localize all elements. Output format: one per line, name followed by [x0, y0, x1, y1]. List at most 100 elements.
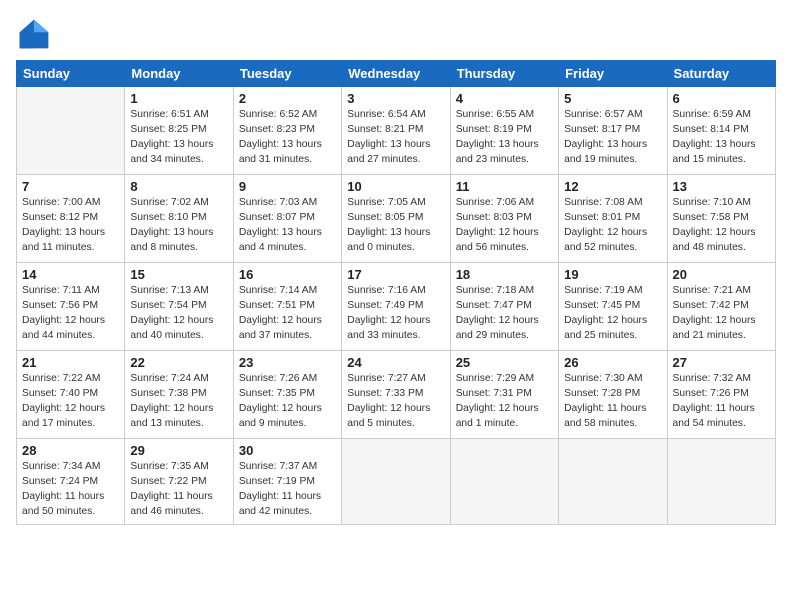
- calendar-cell: 24 Sunrise: 7:27 AM Sunset: 7:33 PM Dayli…: [342, 351, 450, 439]
- day-info: Sunrise: 7:37 AM Sunset: 7:19 PM Dayligh…: [239, 460, 336, 520]
- calendar-week-1: 1Sunrise: 6:51 AM Sunset: 8:25 PM Daylig…: [17, 87, 776, 175]
- column-header-saturday: Saturday: [667, 61, 775, 87]
- calendar-header-row: SundayMondayTuesdayWednesdayThursdayFrid…: [17, 61, 776, 87]
- calendar-cell: 23 Sunrise: 7:26 AM Sunset: 7:35 PM Dayli…: [233, 351, 341, 439]
- calendar-cell: [559, 439, 667, 525]
- day-number: 27: [673, 355, 770, 370]
- calendar-cell: 5 Sunrise: 6:57 AM Sunset: 8:17 PM Daylig…: [559, 87, 667, 175]
- day-info: Sunrise: 7:34 AM Sunset: 7:24 PM Dayligh…: [22, 460, 119, 520]
- calendar-cell: 18 Sunrise: 7:18 AM Sunset: 7:47 PM Dayli…: [450, 263, 558, 351]
- day-info: Sunrise: 7:32 AM Sunset: 7:26 PM Dayligh…: [673, 372, 770, 432]
- day-info: Sunrise: 6:55 AM Sunset: 8:19 PM Dayligh…: [456, 108, 553, 168]
- calendar-cell: 20 Sunrise: 7:21 AM Sunset: 7:42 PM Dayli…: [667, 263, 775, 351]
- calendar-cell: 29 Sunrise: 7:35 AM Sunset: 7:22 PM Dayli…: [125, 439, 233, 525]
- calendar-cell: 22 Sunrise: 7:24 AM Sunset: 7:38 PM Dayli…: [125, 351, 233, 439]
- day-number: 7: [22, 179, 119, 194]
- day-info: Sunrise: 7:19 AM Sunset: 7:45 PM Dayligh…: [564, 284, 661, 344]
- calendar-cell: 1Sunrise: 6:51 AM Sunset: 8:25 PM Daylig…: [125, 87, 233, 175]
- day-number: 22: [130, 355, 227, 370]
- day-number: 1: [130, 91, 227, 106]
- day-number: 17: [347, 267, 444, 282]
- calendar-cell: 15Sunrise: 7:13 AM Sunset: 7:54 PM Dayli…: [125, 263, 233, 351]
- day-number: 10: [347, 179, 444, 194]
- column-header-thursday: Thursday: [450, 61, 558, 87]
- day-number: 6: [673, 91, 770, 106]
- column-header-sunday: Sunday: [17, 61, 125, 87]
- day-info: Sunrise: 7:00 AM Sunset: 8:12 PM Dayligh…: [22, 196, 119, 256]
- page-header: [16, 16, 776, 52]
- day-info: Sunrise: 7:06 AM Sunset: 8:03 PM Dayligh…: [456, 196, 553, 256]
- calendar-cell: 17Sunrise: 7:16 AM Sunset: 7:49 PM Dayli…: [342, 263, 450, 351]
- day-number: 26: [564, 355, 661, 370]
- day-number: 2: [239, 91, 336, 106]
- day-number: 30: [239, 443, 336, 458]
- calendar-cell: 30 Sunrise: 7:37 AM Sunset: 7:19 PM Dayli…: [233, 439, 341, 525]
- calendar-cell: [450, 439, 558, 525]
- day-number: 20: [673, 267, 770, 282]
- day-number: 11: [456, 179, 553, 194]
- calendar-cell: 16 Sunrise: 7:14 AM Sunset: 7:51 PM Dayli…: [233, 263, 341, 351]
- day-number: 12: [564, 179, 661, 194]
- calendar-cell: [667, 439, 775, 525]
- column-header-tuesday: Tuesday: [233, 61, 341, 87]
- calendar-cell: 21 Sunrise: 7:22 AM Sunset: 7:40 PM Dayli…: [17, 351, 125, 439]
- day-number: 9: [239, 179, 336, 194]
- day-number: 4: [456, 91, 553, 106]
- calendar-cell: 10 Sunrise: 7:05 AM Sunset: 8:05 PM Dayli…: [342, 175, 450, 263]
- calendar-cell: 12Sunrise: 7:08 AM Sunset: 8:01 PM Dayli…: [559, 175, 667, 263]
- day-info: Sunrise: 7:29 AM Sunset: 7:31 PM Dayligh…: [456, 372, 553, 432]
- day-info: Sunrise: 6:54 AM Sunset: 8:21 PM Dayligh…: [347, 108, 444, 168]
- calendar-week-2: 7 Sunrise: 7:00 AM Sunset: 8:12 PM Daylig…: [17, 175, 776, 263]
- calendar-cell: 13Sunrise: 7:10 AM Sunset: 7:58 PM Dayli…: [667, 175, 775, 263]
- column-header-friday: Friday: [559, 61, 667, 87]
- day-info: Sunrise: 7:35 AM Sunset: 7:22 PM Dayligh…: [130, 460, 227, 520]
- day-info: Sunrise: 6:59 AM Sunset: 8:14 PM Dayligh…: [673, 108, 770, 168]
- day-number: 29: [130, 443, 227, 458]
- day-number: 13: [673, 179, 770, 194]
- calendar-cell: 11 Sunrise: 7:06 AM Sunset: 8:03 PM Dayli…: [450, 175, 558, 263]
- day-info: Sunrise: 7:24 AM Sunset: 7:38 PM Dayligh…: [130, 372, 227, 432]
- calendar-week-4: 21 Sunrise: 7:22 AM Sunset: 7:40 PM Dayli…: [17, 351, 776, 439]
- day-number: 23: [239, 355, 336, 370]
- day-info: Sunrise: 7:30 AM Sunset: 7:28 PM Dayligh…: [564, 372, 661, 432]
- day-info: Sunrise: 7:22 AM Sunset: 7:40 PM Dayligh…: [22, 372, 119, 432]
- calendar-week-3: 14Sunrise: 7:11 AM Sunset: 7:56 PM Dayli…: [17, 263, 776, 351]
- day-info: Sunrise: 7:03 AM Sunset: 8:07 PM Dayligh…: [239, 196, 336, 256]
- calendar-cell: 25 Sunrise: 7:29 AM Sunset: 7:31 PM Dayli…: [450, 351, 558, 439]
- calendar-cell: 6 Sunrise: 6:59 AM Sunset: 8:14 PM Daylig…: [667, 87, 775, 175]
- day-info: Sunrise: 7:26 AM Sunset: 7:35 PM Dayligh…: [239, 372, 336, 432]
- day-number: 18: [456, 267, 553, 282]
- day-info: Sunrise: 7:18 AM Sunset: 7:47 PM Dayligh…: [456, 284, 553, 344]
- calendar-cell: 19Sunrise: 7:19 AM Sunset: 7:45 PM Dayli…: [559, 263, 667, 351]
- day-info: Sunrise: 7:21 AM Sunset: 7:42 PM Dayligh…: [673, 284, 770, 344]
- day-number: 3: [347, 91, 444, 106]
- day-number: 28: [22, 443, 119, 458]
- calendar-cell: 9 Sunrise: 7:03 AM Sunset: 8:07 PM Daylig…: [233, 175, 341, 263]
- calendar-cell: 26 Sunrise: 7:30 AM Sunset: 7:28 PM Dayli…: [559, 351, 667, 439]
- day-info: Sunrise: 7:14 AM Sunset: 7:51 PM Dayligh…: [239, 284, 336, 344]
- day-number: 8: [130, 179, 227, 194]
- calendar-cell: 28 Sunrise: 7:34 AM Sunset: 7:24 PM Dayli…: [17, 439, 125, 525]
- calendar-cell: 14Sunrise: 7:11 AM Sunset: 7:56 PM Dayli…: [17, 263, 125, 351]
- calendar-week-5: 28 Sunrise: 7:34 AM Sunset: 7:24 PM Dayli…: [17, 439, 776, 525]
- day-number: 25: [456, 355, 553, 370]
- day-info: Sunrise: 7:13 AM Sunset: 7:54 PM Dayligh…: [130, 284, 227, 344]
- calendar-cell: 4 Sunrise: 6:55 AM Sunset: 8:19 PM Daylig…: [450, 87, 558, 175]
- day-number: 5: [564, 91, 661, 106]
- calendar-cell: [342, 439, 450, 525]
- calendar-cell: 2 Sunrise: 6:52 AM Sunset: 8:23 PM Daylig…: [233, 87, 341, 175]
- calendar-cell: [17, 87, 125, 175]
- calendar-cell: 27 Sunrise: 7:32 AM Sunset: 7:26 PM Dayli…: [667, 351, 775, 439]
- calendar-table: SundayMondayTuesdayWednesdayThursdayFrid…: [16, 60, 776, 525]
- day-number: 24: [347, 355, 444, 370]
- logo-icon: [16, 16, 52, 52]
- day-info: Sunrise: 6:57 AM Sunset: 8:17 PM Dayligh…: [564, 108, 661, 168]
- day-info: Sunrise: 6:52 AM Sunset: 8:23 PM Dayligh…: [239, 108, 336, 168]
- day-info: Sunrise: 7:27 AM Sunset: 7:33 PM Dayligh…: [347, 372, 444, 432]
- day-number: 21: [22, 355, 119, 370]
- day-number: 16: [239, 267, 336, 282]
- column-header-monday: Monday: [125, 61, 233, 87]
- day-info: Sunrise: 7:05 AM Sunset: 8:05 PM Dayligh…: [347, 196, 444, 256]
- logo: [16, 16, 56, 52]
- calendar-cell: 7 Sunrise: 7:00 AM Sunset: 8:12 PM Daylig…: [17, 175, 125, 263]
